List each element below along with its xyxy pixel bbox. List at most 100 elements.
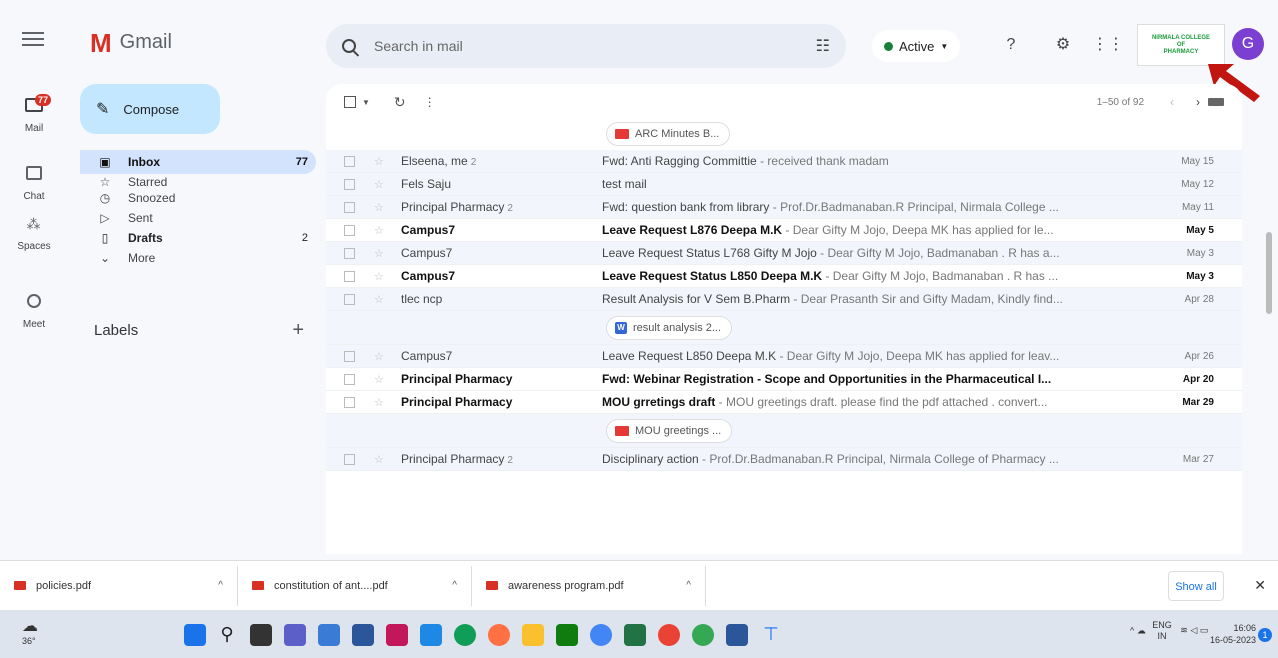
apps-grid-icon[interactable]: ⋮⋮: [1092, 34, 1124, 56]
row-checkbox[interactable]: [344, 178, 355, 190]
download-item[interactable]: awareness program.pdf ^: [472, 565, 706, 606]
chevron-up-icon[interactable]: ^ ☁: [1130, 625, 1146, 635]
app-icon[interactable]: [386, 624, 408, 646]
rail-chat[interactable]: Chat: [0, 162, 68, 202]
download-item[interactable]: policies.pdf ^: [0, 565, 238, 606]
add-label-icon[interactable]: +: [292, 320, 304, 340]
app-icon[interactable]: [318, 624, 340, 646]
search-bar[interactable]: Search in mail ☷: [326, 24, 846, 68]
search-icon[interactable]: ⚲: [216, 624, 238, 646]
star-icon[interactable]: ☆: [374, 293, 384, 306]
attachment-chip[interactable]: MOU greetings ...: [606, 419, 733, 443]
chrome-icon[interactable]: [692, 624, 714, 646]
star-icon[interactable]: ☆: [374, 350, 384, 363]
row-checkbox[interactable]: [344, 224, 355, 236]
status-dropdown[interactable]: Active ▼: [872, 30, 961, 62]
row-checkbox[interactable]: [344, 247, 355, 259]
nav-snoozed[interactable]: ◷ Snoozed: [80, 190, 316, 206]
chrome-icon[interactable]: [590, 624, 612, 646]
star-icon[interactable]: ☆: [374, 453, 384, 466]
chevron-up-icon[interactable]: ^: [452, 580, 457, 591]
star-icon[interactable]: ☆: [374, 155, 384, 168]
more-options-icon[interactable]: ⋮: [424, 95, 436, 109]
star-icon[interactable]: ☆: [374, 247, 384, 260]
email-row[interactable]: ☆ Principal Pharmacy 2 Fwd: question bank f…: [326, 196, 1242, 219]
nav-drafts[interactable]: ▯ Drafts 2: [80, 226, 316, 250]
word-icon[interactable]: [726, 624, 748, 646]
teams-icon[interactable]: [284, 624, 306, 646]
download-bar: policies.pdf ^ constitution of ant....pd…: [0, 560, 1278, 610]
select-dropdown-icon[interactable]: ▼: [362, 98, 370, 107]
menu-icon[interactable]: [22, 32, 44, 48]
clock[interactable]: 16:06 16-05-2023: [1210, 622, 1256, 646]
nav-more[interactable]: ⌄ More: [80, 250, 316, 266]
task-view-icon[interactable]: [250, 624, 272, 646]
email-row[interactable]: ☆ Campus7 Leave Request L850 Deepa M.K - D…: [326, 345, 1242, 368]
star-icon[interactable]: ☆: [374, 373, 384, 386]
nav-sent[interactable]: ▷ Sent: [80, 210, 316, 226]
row-checkbox[interactable]: [344, 350, 355, 362]
email-row[interactable]: ☆ Campus7 Leave Request Status L850 Deepa …: [326, 265, 1242, 288]
email-row[interactable]: ☆ Campus7 Leave Request Status L768 Gifty …: [326, 242, 1242, 265]
gmail-logo[interactable]: M Gmail: [90, 30, 172, 56]
chevron-up-icon[interactable]: ^: [218, 580, 223, 591]
edge-icon[interactable]: [454, 624, 476, 646]
attachment-chip[interactable]: Wresult analysis 2...: [606, 316, 733, 340]
row-checkbox[interactable]: [344, 373, 355, 385]
star-icon[interactable]: ☆: [374, 178, 384, 191]
search-icon[interactable]: [342, 39, 356, 53]
email-row[interactable]: ☆ Principal Pharmacy MOU grretings draft -…: [326, 391, 1242, 414]
close-icon[interactable]: ✕: [1254, 577, 1266, 594]
email-row[interactable]: ☆ Principal Pharmacy Fwd: Webinar Registra…: [326, 368, 1242, 391]
windows-start-icon[interactable]: [184, 624, 206, 646]
prev-page-icon[interactable]: ‹: [1170, 95, 1174, 109]
nav-starred[interactable]: ☆ Starred: [80, 174, 316, 190]
search-options-icon[interactable]: ☷: [816, 36, 830, 56]
search-input[interactable]: Search in mail: [374, 38, 816, 54]
notification-badge[interactable]: 1: [1258, 628, 1272, 642]
next-page-icon[interactable]: ›: [1196, 95, 1200, 109]
wifi-volume-battery-icon[interactable]: ≋ ◁ ▭: [1180, 625, 1208, 635]
email-row[interactable]: ☆ Campus7 Leave Request L876 Deepa M.K - D…: [326, 219, 1242, 242]
show-all-button[interactable]: Show all: [1168, 571, 1224, 601]
rail-mail[interactable]: 77 Mail: [0, 92, 68, 134]
rail-meet[interactable]: Meet: [0, 290, 68, 330]
row-checkbox[interactable]: [344, 396, 355, 408]
system-tray[interactable]: ^ ☁ ENG IN ≋ ◁ ▭: [1130, 620, 1208, 642]
email-row[interactable]: ☆ Principal Pharmacy 2 Disciplinary action …: [326, 448, 1242, 471]
settings-icon[interactable]: ⚙: [1052, 34, 1074, 56]
chrome-icon[interactable]: [658, 624, 680, 646]
email-row[interactable]: ☆ Fels Saju test mail May 12: [326, 173, 1242, 196]
email-row[interactable]: ☆ Elseena, me 2 Fwd: Anti Ragging Committie…: [326, 150, 1242, 173]
star-icon[interactable]: ☆: [374, 396, 384, 409]
firefox-icon[interactable]: [488, 624, 510, 646]
email-row[interactable]: ☆ tlec ncp Result Analysis for V Sem B.Pha…: [326, 288, 1242, 311]
download-item[interactable]: constitution of ant....pdf ^: [238, 565, 472, 606]
help-icon[interactable]: ?: [1000, 34, 1022, 56]
xbox-icon[interactable]: [556, 624, 578, 646]
star-icon[interactable]: ☆: [374, 270, 384, 283]
compose-button[interactable]: ✎ Compose: [80, 84, 220, 134]
row-checkbox[interactable]: [344, 270, 355, 282]
nav-inbox[interactable]: ▣ Inbox 77: [80, 150, 316, 174]
account-avatar[interactable]: G: [1232, 28, 1264, 60]
weather-widget[interactable]: ☁ 36°: [22, 616, 38, 646]
folder-icon[interactable]: [522, 624, 544, 646]
star-icon[interactable]: ☆: [374, 224, 384, 237]
excel-icon[interactable]: [624, 624, 646, 646]
row-checkbox[interactable]: [344, 201, 355, 213]
scrollbar[interactable]: [1266, 232, 1272, 314]
star-icon[interactable]: ☆: [374, 201, 384, 214]
rail-spaces[interactable]: ⁂ Spaces: [0, 216, 68, 252]
row-checkbox[interactable]: [344, 453, 355, 465]
app-icon[interactable]: [352, 624, 374, 646]
attachment-chip[interactable]: ARC Minutes B...: [606, 122, 731, 146]
app-icon[interactable]: [420, 624, 442, 646]
select-all-checkbox[interactable]: [344, 96, 356, 108]
keyboard-icon[interactable]: [1208, 98, 1224, 106]
network-app-icon[interactable]: ⊤: [760, 624, 782, 646]
row-checkbox[interactable]: [344, 155, 355, 167]
row-checkbox[interactable]: [344, 293, 355, 305]
refresh-icon[interactable]: ↻: [394, 94, 406, 111]
chevron-up-icon[interactable]: ^: [686, 580, 691, 591]
